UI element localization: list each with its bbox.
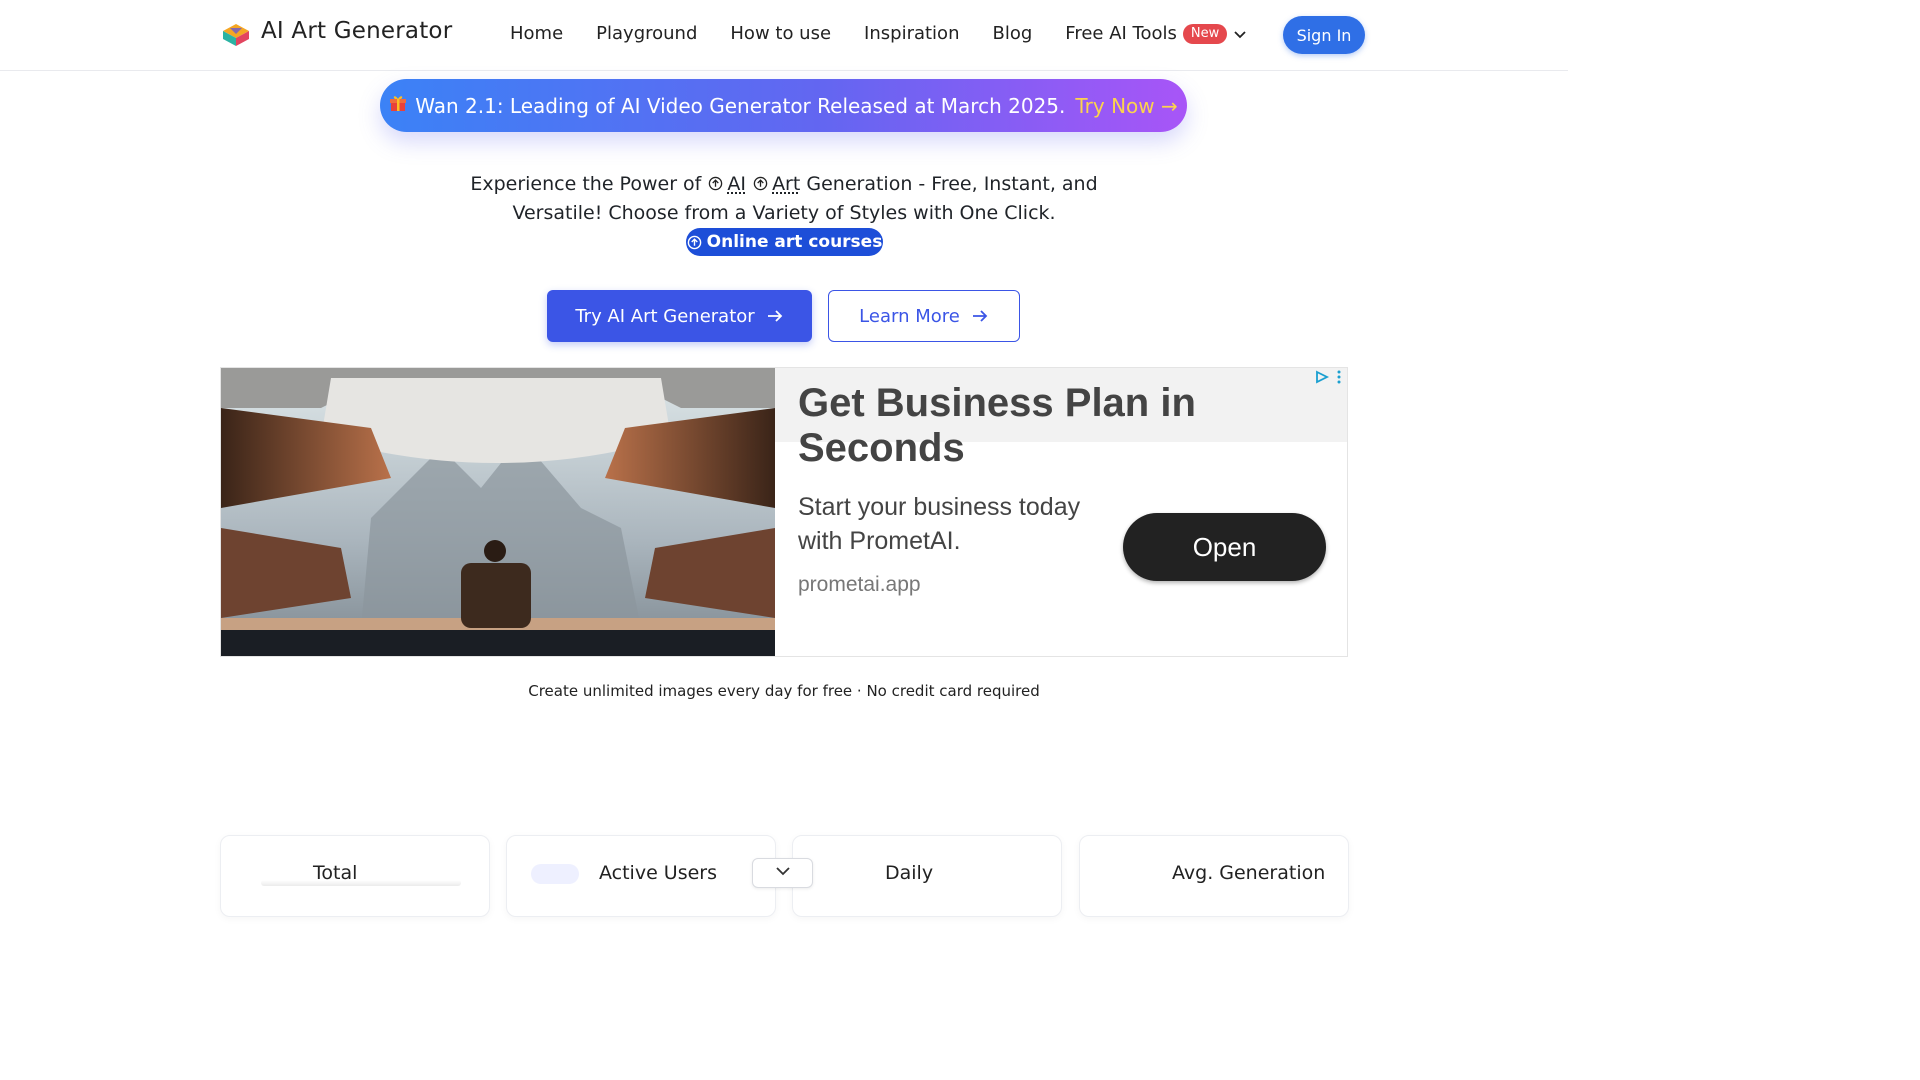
- primary-cta-label: Try AI Art Generator: [575, 305, 755, 327]
- ad-description[interactable]: Start your business today with PrometAI.: [798, 490, 1098, 558]
- ad-choices-icon[interactable]: [1313, 369, 1345, 385]
- banner-try-now-link[interactable]: Try Now →: [1075, 94, 1177, 118]
- banner-text: Wan 2.1: Leading of AI Video Generator R…: [415, 93, 1066, 118]
- plus-circle-icon: [709, 176, 723, 191]
- plus-circle-icon: [753, 176, 768, 191]
- arrow-right-icon: [767, 310, 782, 322]
- ad-image[interactable]: [221, 368, 775, 656]
- advertisement[interactable]: Get Business Plan in Seconds Start your …: [220, 367, 1348, 657]
- stat-label: Active Users: [599, 862, 718, 884]
- hero-text-line2: Versatile! Choose from a Variety of Styl…: [512, 202, 1056, 224]
- nav-blog[interactable]: Blog: [992, 23, 1032, 44]
- try-ai-art-generator-button[interactable]: Try AI Art Generator: [547, 290, 812, 342]
- new-badge: New: [1182, 23, 1228, 44]
- top-navbar: AI Art Generator Home Playground How to …: [0, 0, 1568, 71]
- hero-text-part: Generation - Free, Instant, and: [806, 173, 1098, 195]
- stat-card-total: Total: [220, 835, 490, 917]
- stat-icon-background: [531, 864, 579, 884]
- ai-link[interactable]: AI: [727, 173, 746, 195]
- ad-title[interactable]: Get Business Plan in Seconds: [798, 381, 1347, 471]
- card-divider: [261, 880, 461, 886]
- nav-playground[interactable]: Playground: [596, 23, 697, 44]
- stat-label: Daily: [885, 862, 934, 884]
- chevron-down-icon: [1234, 30, 1246, 38]
- arrow-circle-icon: [687, 235, 701, 249]
- stat-card-daily: Daily: [792, 835, 1062, 917]
- online-art-courses-chip[interactable]: Online art courses: [686, 228, 883, 256]
- ad-url[interactable]: prometai.app: [798, 573, 921, 597]
- scroll-down-button[interactable]: [752, 858, 813, 888]
- hero-text-part: Experience the Power of: [470, 173, 702, 195]
- secondary-cta-label: Learn More: [859, 305, 960, 327]
- sign-in-button[interactable]: Sign In: [1283, 16, 1365, 54]
- nav-free-ai-tools-label: Free AI Tools: [1065, 23, 1177, 44]
- stat-label: Avg. Generation: [1172, 862, 1326, 884]
- gift-icon: [390, 95, 407, 111]
- nav-free-ai-tools-dropdown[interactable]: Free AI Tools New: [1065, 23, 1247, 44]
- main-nav: Home Playground How to use Inspiration B…: [510, 23, 1247, 44]
- announcement-banner[interactable]: Wan 2.1: Leading of AI Video Generator R…: [380, 79, 1187, 132]
- logo-icon[interactable]: [222, 22, 250, 48]
- hero-description: Experience the Power of AI Art Generatio…: [440, 170, 1128, 228]
- stat-card-avg-generation: Avg. Generation: [1079, 835, 1349, 917]
- courses-label: Online art courses: [706, 232, 883, 252]
- brand-name[interactable]: AI Art Generator: [261, 18, 452, 44]
- learn-more-button[interactable]: Learn More: [828, 290, 1020, 342]
- ad-open-button[interactable]: Open: [1123, 513, 1326, 581]
- stat-card-active-users: Active Users: [506, 835, 776, 917]
- chevron-down-icon: [775, 867, 790, 876]
- arrow-right-icon: [972, 310, 988, 322]
- art-link[interactable]: Art: [772, 173, 800, 195]
- nav-inspiration[interactable]: Inspiration: [864, 23, 959, 44]
- free-usage-note: Create unlimited images every day for fr…: [528, 682, 1040, 700]
- nav-home[interactable]: Home: [510, 23, 563, 44]
- nav-how-to-use[interactable]: How to use: [730, 23, 831, 44]
